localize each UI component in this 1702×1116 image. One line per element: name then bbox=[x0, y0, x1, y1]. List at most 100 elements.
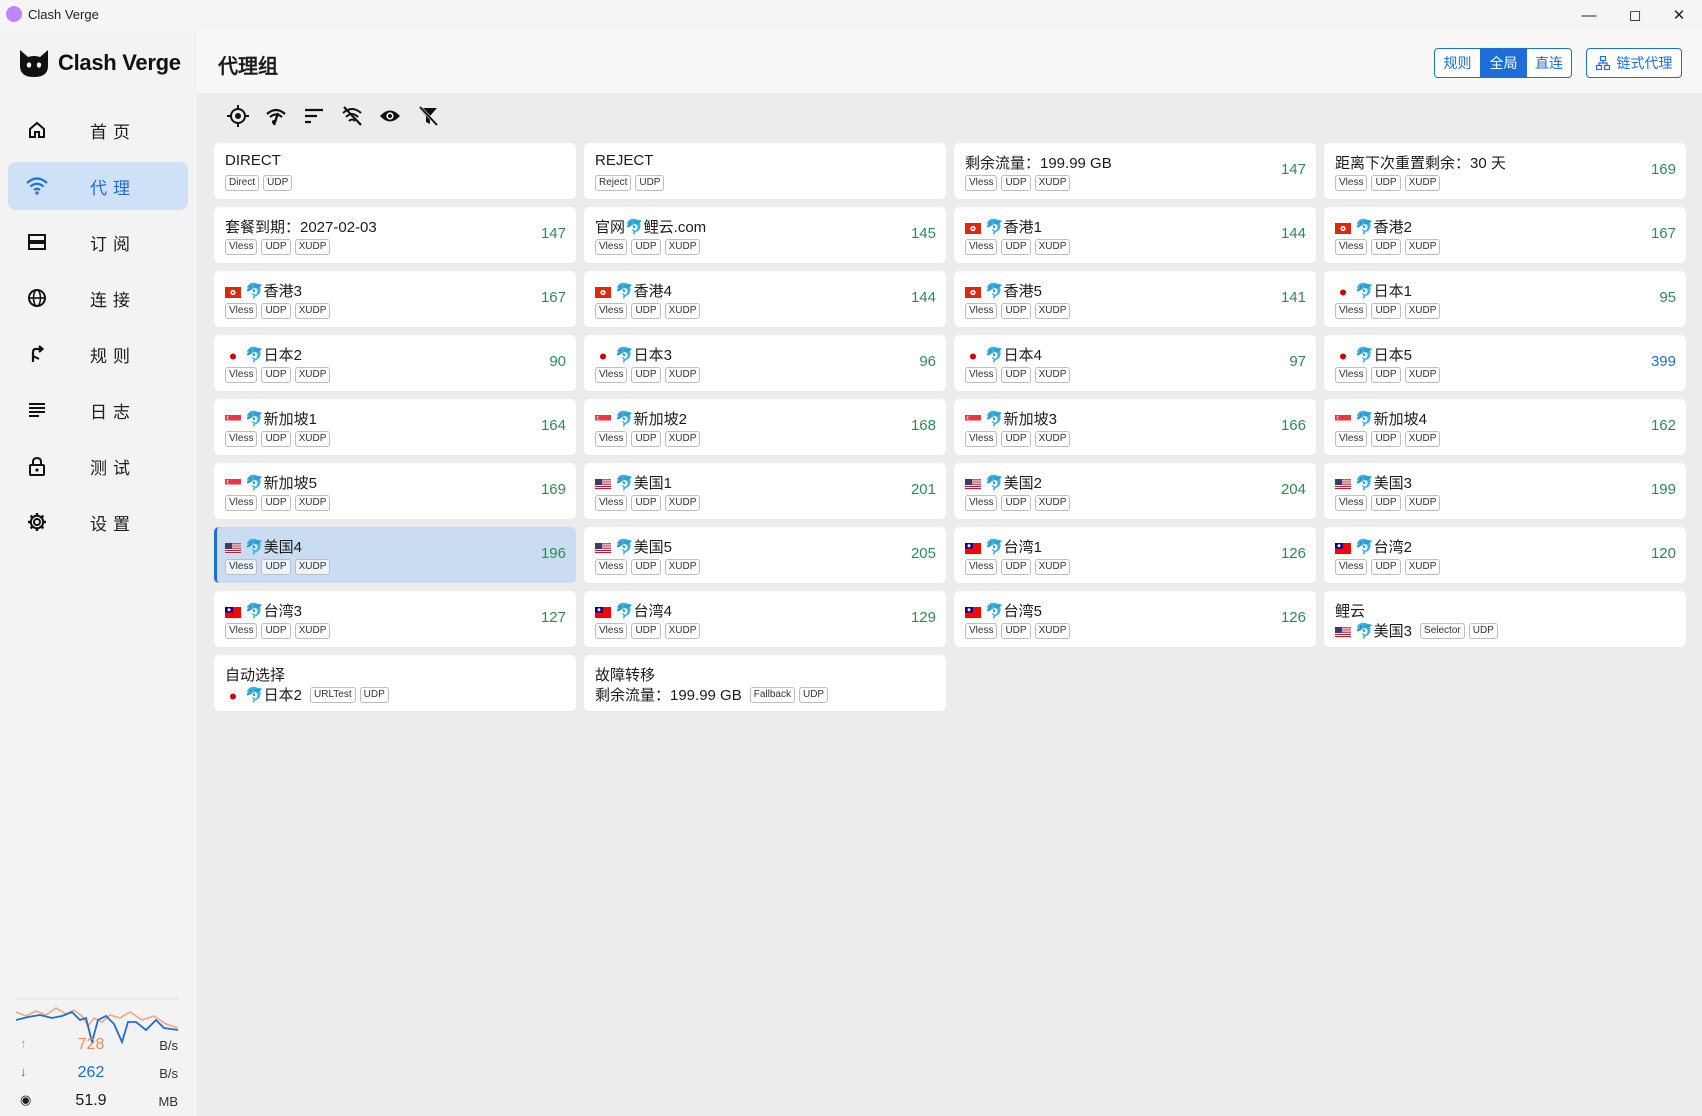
delay-value[interactable]: 164 bbox=[541, 417, 566, 434]
delay-value[interactable]: 199 bbox=[1651, 481, 1676, 498]
proxy-tag: XUDP bbox=[1034, 367, 1071, 383]
delay-value[interactable]: 201 bbox=[911, 481, 936, 498]
proxy-tag: UDP bbox=[1001, 303, 1031, 319]
delay-value[interactable]: 167 bbox=[541, 289, 566, 306]
sidebar-item-1[interactable]: 代理 bbox=[8, 162, 188, 210]
proxy-group-card[interactable]: 自动选择 🐬日本2 URLTest UDP bbox=[214, 655, 576, 711]
minimize-button[interactable]: — bbox=[1566, 0, 1612, 30]
proxy-card[interactable]: 🐬新加坡3 Vless UDP XUDP 166 bbox=[954, 399, 1316, 455]
sort-button[interactable] bbox=[295, 102, 333, 130]
delay-value[interactable]: 144 bbox=[1281, 225, 1306, 242]
delay-value[interactable]: 162 bbox=[1651, 417, 1676, 434]
proxy-tags: Vless UDP XUDP bbox=[965, 239, 1074, 255]
maximize-button[interactable]: ◻ bbox=[1612, 0, 1658, 30]
sidebar-item-2[interactable]: 订阅 bbox=[8, 218, 188, 266]
proxy-tags: Direct UDP bbox=[225, 175, 296, 191]
proxy-card[interactable]: 🐬美国1 Vless UDP XUDP 201 bbox=[584, 463, 946, 519]
proxy-card[interactable]: 🐬日本5 Vless UDP XUDP 399 bbox=[1324, 335, 1686, 391]
proxy-card[interactable]: 🐬新加坡2 Vless UDP XUDP 168 bbox=[584, 399, 946, 455]
flag-us-icon bbox=[595, 477, 611, 490]
locate-button[interactable] bbox=[219, 102, 257, 130]
proxy-card[interactable]: 🐬香港4 Vless UDP XUDP 144 bbox=[584, 271, 946, 327]
delay-value[interactable]: 204 bbox=[1281, 481, 1306, 498]
proxy-card[interactable]: 🐬台湾2 Vless UDP XUDP 120 bbox=[1324, 527, 1686, 583]
proxy-tags: Vless UDP XUDP bbox=[1335, 239, 1444, 255]
delay-value[interactable]: 126 bbox=[1281, 609, 1306, 626]
delay-value[interactable]: 145 bbox=[911, 225, 936, 242]
delay-value[interactable]: 168 bbox=[911, 417, 936, 434]
mode-global-button[interactable]: 全局 bbox=[1481, 49, 1527, 77]
delay-value[interactable]: 96 bbox=[919, 353, 936, 370]
delay-value[interactable]: 147 bbox=[541, 225, 566, 242]
delay-value[interactable]: 196 bbox=[541, 545, 566, 562]
delay-value[interactable]: 169 bbox=[541, 481, 566, 498]
delay-value[interactable]: 127 bbox=[541, 609, 566, 626]
proxy-card[interactable]: 官网🐬鲤云.com Vless UDP XUDP 145 bbox=[584, 207, 946, 263]
proxy-card[interactable]: 距离下次重置剩余：30 天 Vless UDP XUDP 169 bbox=[1324, 143, 1686, 199]
proxy-card[interactable]: 🐬美国4 Vless UDP XUDP 196 bbox=[214, 527, 576, 583]
proxy-name-text: 🐬台湾5 bbox=[985, 603, 1043, 620]
proxy-card[interactable]: 🐬台湾3 Vless UDP XUDP 127 bbox=[214, 591, 576, 647]
mode-rule-button[interactable]: 规则 bbox=[1435, 49, 1481, 77]
delay-value[interactable]: 147 bbox=[1281, 161, 1306, 178]
proxy-card[interactable]: 🐬美国5 Vless UDP XUDP 205 bbox=[584, 527, 946, 583]
speed-test-button[interactable] bbox=[257, 102, 295, 130]
delay-value[interactable]: 205 bbox=[911, 545, 936, 562]
delay-value[interactable]: 95 bbox=[1659, 289, 1676, 306]
delay-value[interactable]: 97 bbox=[1289, 353, 1306, 370]
proxy-name: 🐬香港2 bbox=[1335, 216, 1412, 237]
delay-value[interactable]: 144 bbox=[911, 289, 936, 306]
proxy-card[interactable]: 🐬新加坡5 Vless UDP XUDP 169 bbox=[214, 463, 576, 519]
delay-value[interactable]: 120 bbox=[1651, 545, 1676, 562]
proxy-card[interactable]: REJECT Reject UDP bbox=[584, 143, 946, 199]
delay-value[interactable]: 399 bbox=[1651, 353, 1676, 370]
proxy-card[interactable]: 🐬新加坡4 Vless UDP XUDP 162 bbox=[1324, 399, 1686, 455]
delay-value[interactable]: 129 bbox=[911, 609, 936, 626]
proxy-card[interactable]: 🐬台湾5 Vless UDP XUDP 126 bbox=[954, 591, 1316, 647]
proxy-name-text: 🐬新加坡4 bbox=[1355, 411, 1428, 428]
sidebar-item-5[interactable]: 日志 bbox=[8, 386, 188, 434]
delay-value[interactable]: 126 bbox=[1281, 545, 1306, 562]
close-button[interactable]: ✕ bbox=[1656, 0, 1702, 30]
proxy-card[interactable]: 🐬香港3 Vless UDP XUDP 167 bbox=[214, 271, 576, 327]
proxy-card[interactable]: 🐬日本2 Vless UDP XUDP 90 bbox=[214, 335, 576, 391]
sidebar-item-4[interactable]: 规则 bbox=[8, 330, 188, 378]
sidebar-item-3[interactable]: 连接 bbox=[8, 274, 188, 322]
gear-icon bbox=[22, 512, 52, 532]
proxy-group-card[interactable]: 故障转移 剩余流量：199.99 GB Fallback UDP bbox=[584, 655, 946, 711]
delay-value[interactable]: 141 bbox=[1281, 289, 1306, 306]
delay-value[interactable]: 90 bbox=[549, 353, 566, 370]
delay-value[interactable]: 169 bbox=[1651, 161, 1676, 178]
proxy-card[interactable]: 🐬香港2 Vless UDP XUDP 167 bbox=[1324, 207, 1686, 263]
proxy-tag: Vless bbox=[225, 367, 258, 383]
proxy-card[interactable]: 套餐到期：2027-02-03 Vless UDP XUDP 147 bbox=[214, 207, 576, 263]
proxy-card[interactable]: 🐬新加坡1 Vless UDP XUDP 164 bbox=[214, 399, 576, 455]
delay-value[interactable]: 166 bbox=[1281, 417, 1306, 434]
proxy-card[interactable]: DIRECT Direct UDP bbox=[214, 143, 576, 199]
proxy-card[interactable]: 🐬美国2 Vless UDP XUDP 204 bbox=[954, 463, 1316, 519]
proxy-card[interactable]: 🐬美国3 Vless UDP XUDP 199 bbox=[1324, 463, 1686, 519]
mode-direct-button[interactable]: 直连 bbox=[1527, 49, 1571, 77]
chain-proxy-button[interactable]: 链式代理 bbox=[1586, 48, 1682, 78]
hide-unavailable-button[interactable] bbox=[333, 102, 371, 130]
flag-sg-icon bbox=[225, 477, 241, 490]
proxy-card[interactable]: 剩余流量：199.99 GB Vless UDP XUDP 147 bbox=[954, 143, 1316, 199]
delay-value[interactable]: 167 bbox=[1651, 225, 1676, 242]
toggle-visibility-button[interactable] bbox=[371, 102, 409, 130]
proxy-group-card[interactable]: 鲤云 🐬美国3 Selector UDP bbox=[1324, 591, 1686, 647]
sidebar-item-0[interactable]: 首页 bbox=[8, 106, 188, 154]
proxy-card[interactable]: 🐬台湾4 Vless UDP XUDP 129 bbox=[584, 591, 946, 647]
proxy-card[interactable]: 🐬香港5 Vless UDP XUDP 141 bbox=[954, 271, 1316, 327]
proxy-name: 🐬美国5 bbox=[595, 536, 672, 557]
proxy-card[interactable]: 🐬日本4 Vless UDP XUDP 97 bbox=[954, 335, 1316, 391]
sidebar-item-7[interactable]: 设置 bbox=[8, 498, 188, 546]
proxy-tags: Vless UDP XUDP bbox=[595, 303, 704, 319]
proxy-tag: UDP bbox=[1371, 175, 1401, 191]
proxy-card[interactable]: 🐬日本1 Vless UDP XUDP 95 bbox=[1324, 271, 1686, 327]
sidebar-item-6[interactable]: 测试 bbox=[8, 442, 188, 490]
proxy-card[interactable]: 🐬香港1 Vless UDP XUDP 144 bbox=[954, 207, 1316, 263]
proxy-tags: Vless UDP XUDP bbox=[965, 367, 1074, 383]
proxy-card[interactable]: 🐬日本3 Vless UDP XUDP 96 bbox=[584, 335, 946, 391]
filter-button[interactable] bbox=[409, 102, 447, 130]
proxy-card[interactable]: 🐬台湾1 Vless UDP XUDP 126 bbox=[954, 527, 1316, 583]
